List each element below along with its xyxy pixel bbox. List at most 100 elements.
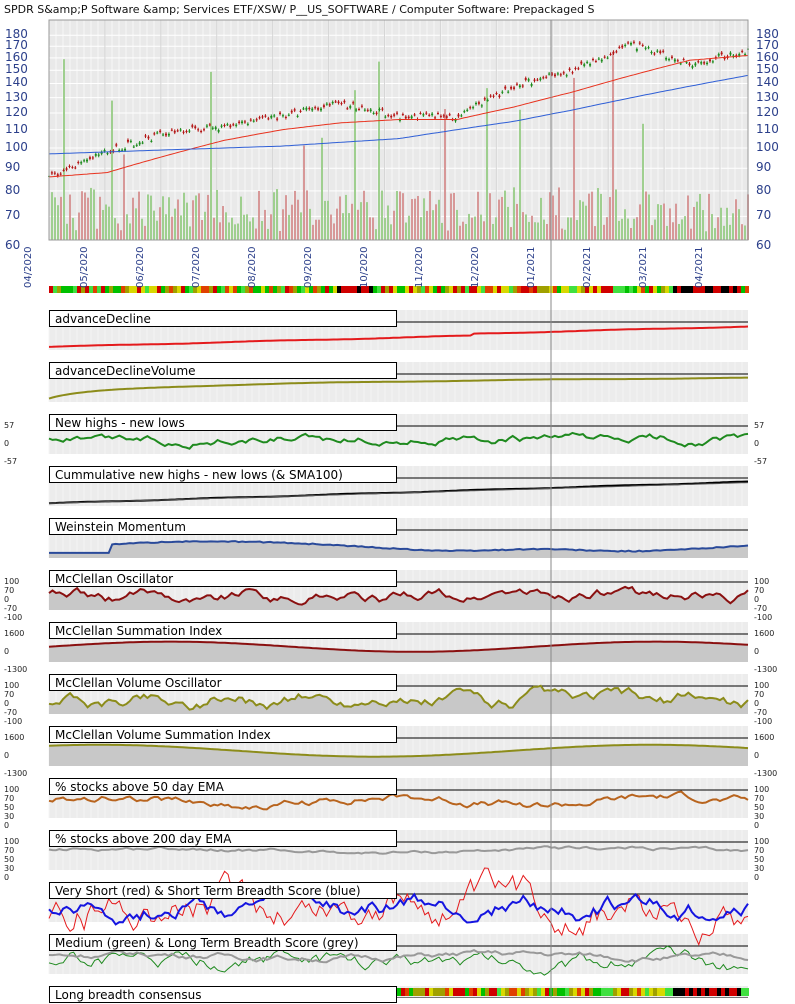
candle-body [460, 115, 463, 117]
consensus-band-segment [213, 286, 217, 293]
panel-tick-right: 70 [754, 846, 765, 855]
consensus-band-segment [233, 286, 237, 293]
candle-body [369, 109, 372, 112]
volume-bar [363, 190, 365, 240]
panel-tick-right: 100 [754, 837, 770, 846]
volume-bar [276, 189, 278, 240]
long-consensus-band-segment [429, 988, 433, 996]
volume-bar [477, 191, 479, 240]
long-consensus-band-segment [473, 988, 477, 996]
candle-body [118, 149, 121, 151]
candle-body [565, 75, 568, 77]
volume-bar [384, 217, 386, 240]
candle-body [656, 50, 659, 52]
long-consensus-band-segment [497, 988, 501, 996]
candle-body [296, 115, 299, 117]
consensus-band-segment [373, 286, 377, 293]
candle-body [179, 129, 182, 131]
long-consensus-band-segment [673, 988, 677, 996]
volume-bar [207, 194, 209, 240]
panel-label: % stocks above 200 day EMA [49, 830, 397, 847]
long-consensus-band-segment [665, 988, 669, 996]
volume-bar [489, 193, 491, 240]
candle-body [352, 102, 355, 104]
consensus-band-segment [505, 286, 509, 293]
panel-tick-right: 0 [754, 699, 760, 708]
consensus-band-segment [617, 286, 621, 293]
long-consensus-band-segment [653, 988, 657, 996]
consensus-band-segment [237, 286, 241, 293]
candle-body [521, 85, 524, 87]
candle-body [211, 127, 214, 129]
candle-body [706, 62, 709, 65]
volume-bar [99, 196, 101, 240]
volume-bar [405, 222, 407, 240]
candle-body [305, 107, 308, 110]
x-tick-label: 10/2020 [358, 246, 370, 288]
candle-body [708, 59, 711, 62]
y-tick-label-right: 120 [756, 105, 779, 120]
volume-bar [585, 205, 587, 240]
long-consensus-band-segment [413, 988, 417, 996]
consensus-band-segment [453, 286, 457, 293]
volume-bar [375, 229, 377, 240]
consensus-band-segment [93, 286, 97, 293]
long-consensus-band-segment [437, 988, 441, 996]
consensus-band-segment [129, 286, 133, 293]
consensus-band-segment [705, 286, 709, 293]
panel-tick-right: -1300 [754, 665, 778, 674]
candle-body [360, 105, 363, 107]
candle-body [668, 59, 671, 61]
candle-body [507, 91, 510, 93]
candle-body [255, 119, 258, 121]
panel-tick-left: 30 [4, 864, 15, 873]
candle-body [483, 98, 486, 100]
volume-bar [459, 225, 461, 240]
volume-bar [534, 222, 536, 240]
volume-bar [246, 214, 248, 240]
volume-bar [603, 224, 605, 240]
volume-bar [561, 228, 563, 240]
panel-tick-left: 57 [4, 421, 15, 430]
candle-body [173, 130, 176, 133]
consensus-band-segment [721, 286, 725, 293]
consensus-band-segment [653, 286, 657, 293]
volume-bar [402, 193, 404, 240]
consensus-band-segment [497, 286, 501, 293]
volume-bar [84, 192, 86, 240]
volume-bar [576, 220, 578, 240]
long-consensus-band-segment [461, 988, 465, 996]
candle-body [65, 168, 68, 170]
long-consensus-band-segment [577, 988, 581, 996]
long-consensus-band-segment [485, 988, 489, 996]
consensus-band-segment [221, 286, 225, 293]
panel-tick-right: -1300 [754, 769, 778, 778]
candle-body [337, 101, 340, 104]
panel-label: New highs - new lows [49, 414, 397, 431]
volume-bar [285, 195, 287, 240]
consensus-band-segment [53, 286, 57, 293]
long-consensus-band-segment [741, 988, 745, 996]
long-consensus-band-segment [721, 988, 725, 996]
panel-tick-right: 100 [754, 577, 770, 586]
candle-body [527, 79, 530, 81]
volume-bar [543, 219, 545, 240]
consensus-band-segment [177, 286, 181, 293]
candle-body [621, 45, 624, 48]
volume-bar [351, 203, 353, 240]
consensus-band-segment [489, 286, 493, 293]
candle-body [524, 78, 527, 80]
long-consensus-band-segment [633, 988, 637, 996]
y-tick-label-right: 90 [756, 160, 772, 175]
long-consensus-band-segment [569, 988, 573, 996]
candle-body [518, 85, 521, 88]
y-tick-label-right: 130 [756, 89, 779, 104]
candle-body [691, 66, 694, 68]
candle-body [317, 108, 320, 110]
volume-bar [93, 189, 95, 240]
volume-bar [342, 213, 344, 240]
consensus-band-segment [597, 286, 601, 293]
volume-bar [387, 205, 389, 240]
candle-body [498, 95, 501, 98]
volume-bar [564, 229, 566, 240]
